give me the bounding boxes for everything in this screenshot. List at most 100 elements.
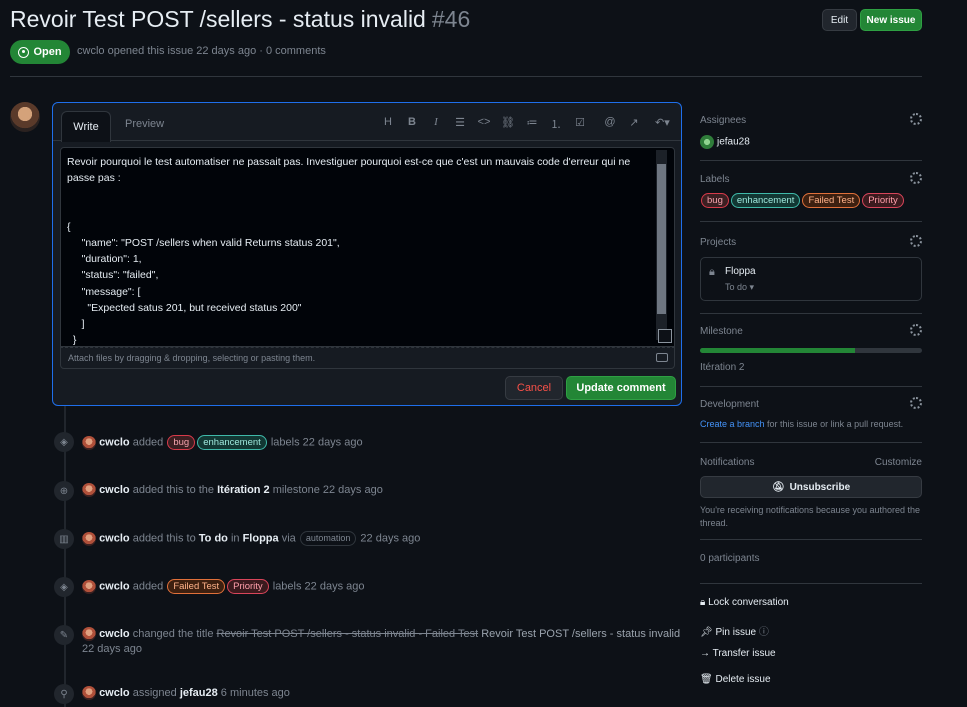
transfer-issue-button[interactable]: → Transfer issue (700, 648, 922, 659)
customize-link[interactable]: Customize (875, 457, 922, 468)
development-section: Development Create a branch for this iss… (700, 397, 922, 429)
project-status: To do (725, 282, 748, 292)
avatar[interactable] (82, 435, 96, 450)
avatar[interactable] (82, 579, 96, 594)
divider (700, 442, 922, 443)
update-comment-button[interactable]: Update comment (566, 376, 676, 400)
avatar (700, 135, 714, 149)
assignee-item[interactable]: jefau28 (700, 135, 922, 149)
project-status-dropdown[interactable]: To do ▾ (725, 282, 754, 293)
milestone-icon: ⊕ (54, 481, 74, 501)
project-link[interactable]: Floppa (243, 532, 279, 544)
assignee-link[interactable]: jefau28 (180, 687, 218, 699)
tag-icon: ◈ (54, 577, 74, 597)
event-time: milestone 22 days ago (272, 483, 383, 496)
event-time: 6 minutes ago (220, 686, 290, 699)
link-icon[interactable]: ⛓ (501, 116, 515, 132)
gear-icon[interactable] (910, 324, 922, 336)
mention-icon[interactable]: @ (603, 116, 617, 132)
comment-textarea[interactable]: Revoir pourquoi le test automatiser ne p… (60, 147, 675, 347)
label-bug[interactable]: bug (167, 435, 196, 450)
avatar[interactable] (82, 483, 96, 497)
milestone-link[interactable]: Itération 2 (217, 484, 270, 496)
quote-icon[interactable]: ☰ (453, 116, 467, 132)
event-user[interactable]: cwclo (99, 436, 130, 448)
unsubscribe-button[interactable]: 🔕︎ Unsubscribe (700, 476, 922, 498)
avatar[interactable] (82, 627, 96, 641)
issue-meta: cwclo opened this issue 22 days ago · 0 … (77, 45, 326, 57)
lock-icon: 🔒︎ (700, 597, 706, 608)
assignees-section: Assignees jefau28 (700, 113, 922, 149)
divider (700, 160, 922, 161)
timeline-event: cwclo added this to the Itération 2 mile… (82, 483, 383, 497)
new-issue-button[interactable]: New issue (860, 9, 922, 31)
label-bug[interactable]: bug (701, 193, 729, 208)
timeline-event: cwclo assigned jefau28 6 minutes ago (82, 686, 290, 700)
arrow-right-icon: → (700, 648, 710, 659)
label-failed-test[interactable]: Failed Test (802, 193, 861, 208)
label-priority[interactable]: Priority (227, 579, 269, 594)
event-text: added (132, 580, 164, 593)
event-text: in (230, 532, 240, 545)
avatar[interactable] (10, 102, 40, 132)
gear-icon[interactable] (910, 172, 922, 184)
numbered-list-icon[interactable]: ⒈ (549, 116, 563, 132)
create-branch-link[interactable]: Create a branch (700, 419, 765, 429)
textarea-scrollbar[interactable] (656, 150, 667, 340)
event-user[interactable]: cwclo (99, 484, 130, 496)
edit-button[interactable]: Edit (822, 9, 857, 31)
event-text: added this to the (132, 483, 215, 496)
projects-heading: Projects (700, 237, 737, 248)
project-card[interactable]: 🔒︎ Floppa To do ▾ (700, 257, 922, 301)
avatar[interactable] (82, 686, 96, 700)
gear-icon[interactable] (910, 397, 922, 409)
lock-icon: 🔒︎ (709, 266, 715, 278)
header-divider (10, 76, 922, 77)
pin-issue-button[interactable]: 📌︎ Pin issue ⓘ (700, 623, 922, 638)
resize-handle[interactable] (658, 329, 672, 343)
divider (700, 221, 922, 222)
event-user[interactable]: cwclo (99, 532, 130, 544)
author-link[interactable]: cwclo (77, 45, 105, 57)
action-label: Lock conversation (708, 597, 789, 608)
project-name[interactable]: Floppa (725, 266, 756, 277)
event-user[interactable]: cwclo (99, 580, 130, 592)
italic-icon[interactable]: I (429, 116, 443, 132)
scrollbar-thumb[interactable] (657, 164, 666, 314)
attach-files-area[interactable]: Attach files by dragging & dropping, sel… (60, 347, 675, 369)
bulleted-list-icon[interactable]: ≔ (525, 116, 539, 132)
label-priority[interactable]: Priority (862, 193, 904, 208)
bell-slash-icon: 🔕︎ (771, 481, 785, 493)
event-user[interactable]: cwclo (99, 628, 130, 640)
cancel-button[interactable]: Cancel (505, 376, 563, 400)
delete-issue-button[interactable]: 🗑︎ Delete issue (700, 674, 922, 685)
code-icon[interactable]: <> (477, 116, 491, 132)
undo-icon[interactable]: ↶▾ (655, 116, 670, 132)
comment-editor: Write Preview H B I ☰ <> ⛓ ≔ ⒈ ☑ @ ↗ ↶▾ … (52, 102, 682, 406)
reference-icon[interactable]: ↗ (627, 116, 641, 132)
lock-conversation-button[interactable]: 🔒︎ Lock conversation (700, 597, 922, 608)
gear-icon[interactable] (910, 113, 922, 125)
bold-icon[interactable]: B (405, 116, 419, 132)
development-desc: for this issue or link a pull request. (764, 419, 904, 429)
milestone-heading: Milestone (700, 326, 743, 337)
label-enhancement[interactable]: enhancement (730, 193, 801, 208)
event-text: assigned (132, 686, 177, 699)
milestone-name[interactable]: Itération 2 (700, 362, 922, 373)
labels-heading: Labels (700, 174, 730, 185)
tab-preview[interactable]: Preview (125, 118, 164, 130)
milestone-progress (700, 348, 922, 353)
project-column-link[interactable]: To do (199, 532, 228, 544)
task-list-icon[interactable]: ☑ (573, 116, 587, 132)
event-user[interactable]: cwclo (99, 687, 130, 699)
milestone-section: Milestone Itération 2 (700, 324, 922, 373)
divider (700, 313, 922, 314)
event-text: added this to (132, 532, 196, 545)
heading-icon[interactable]: H (381, 116, 395, 132)
label-failed-test[interactable]: Failed Test (167, 579, 226, 594)
label-enhancement[interactable]: enhancement (197, 435, 267, 450)
gear-icon[interactable] (910, 235, 922, 247)
tab-write[interactable]: Write (61, 111, 111, 142)
issue-title: Revoir Test POST /sellers - status inval… (10, 6, 470, 33)
avatar[interactable] (82, 531, 96, 546)
